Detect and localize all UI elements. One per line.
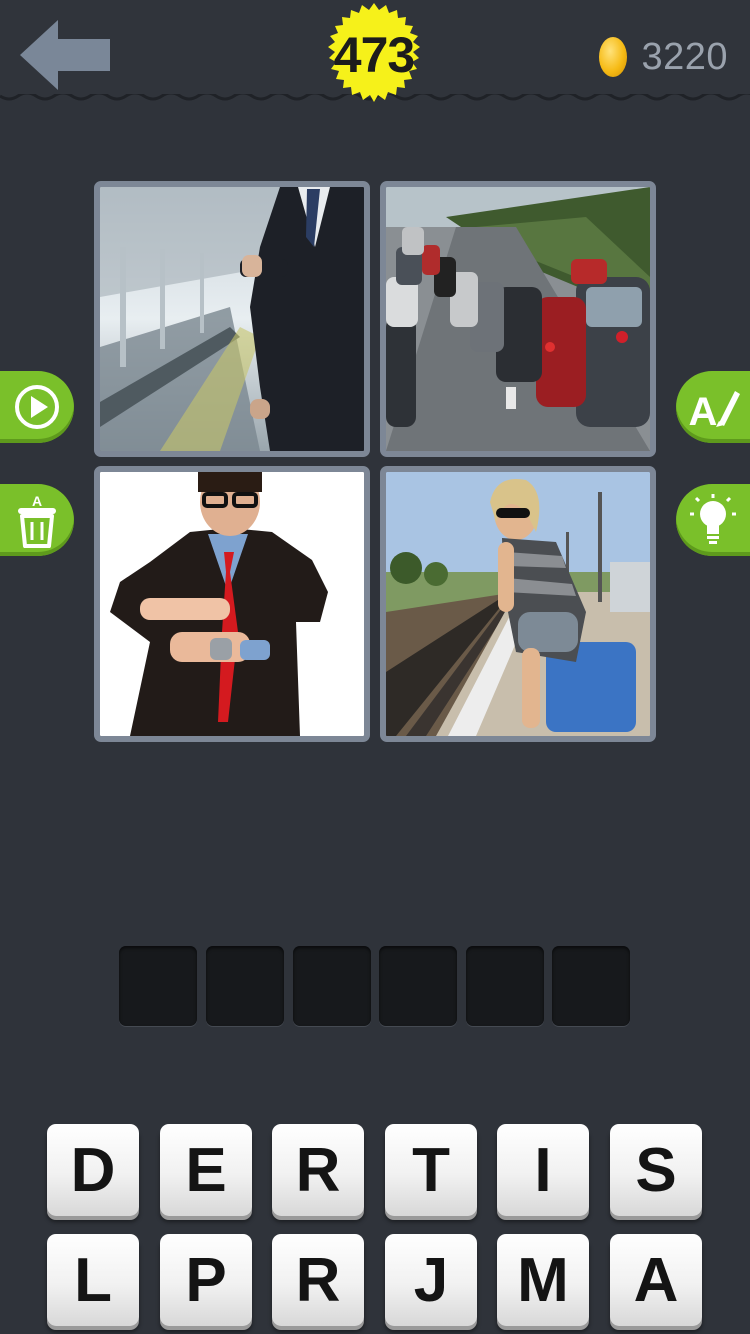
letter-tile[interactable]: P xyxy=(160,1234,252,1326)
hint-button[interactable] xyxy=(676,484,750,556)
photo-woman-on-suitcase-railway[interactable] xyxy=(380,466,656,742)
reveal-letter-button[interactable]: A xyxy=(676,371,750,443)
letter-tile[interactable]: A xyxy=(610,1234,702,1326)
answer-slot-4[interactable] xyxy=(379,946,457,1026)
trash-icon: A xyxy=(18,493,56,548)
photo-businessman-train-platform[interactable] xyxy=(94,181,370,457)
letter-tile[interactable]: E xyxy=(160,1124,252,1216)
photo-man-pointing-at-watch[interactable] xyxy=(94,466,370,742)
svg-text:A: A xyxy=(32,493,42,509)
reveal-letter-icon: A xyxy=(689,390,740,431)
coin-balance[interactable]: 3220 xyxy=(599,34,728,80)
level-badge: 473 xyxy=(320,2,428,108)
coin-icon xyxy=(599,37,628,77)
letter-tile[interactable]: L xyxy=(47,1234,139,1326)
answer-slot-6[interactable] xyxy=(552,946,630,1026)
lightbulb-icon xyxy=(690,494,736,544)
answer-slot-3[interactable] xyxy=(293,946,371,1026)
letter-tile[interactable]: M xyxy=(497,1234,589,1326)
coin-count: 3220 xyxy=(641,35,728,78)
remove-letters-button[interactable]: A xyxy=(0,484,74,556)
letter-tile[interactable]: J xyxy=(385,1234,477,1326)
back-arrow-icon xyxy=(20,20,110,90)
answer-slot-2[interactable] xyxy=(206,946,284,1026)
letter-tile[interactable]: T xyxy=(385,1124,477,1216)
letter-tile[interactable]: D xyxy=(47,1124,139,1216)
play-icon xyxy=(15,385,59,429)
letter-tile[interactable]: R xyxy=(272,1124,364,1216)
answer-slot-1[interactable] xyxy=(119,946,197,1026)
back-button[interactable] xyxy=(18,18,112,92)
photo-traffic-jam[interactable] xyxy=(380,181,656,457)
letter-tile[interactable]: S xyxy=(610,1124,702,1216)
answer-slot-5[interactable] xyxy=(466,946,544,1026)
letter-tile[interactable]: I xyxy=(497,1124,589,1216)
svg-text:A: A xyxy=(689,390,718,431)
play-video-button[interactable] xyxy=(0,371,74,443)
level-number: 473 xyxy=(333,27,415,83)
letter-tile[interactable]: R xyxy=(272,1234,364,1326)
